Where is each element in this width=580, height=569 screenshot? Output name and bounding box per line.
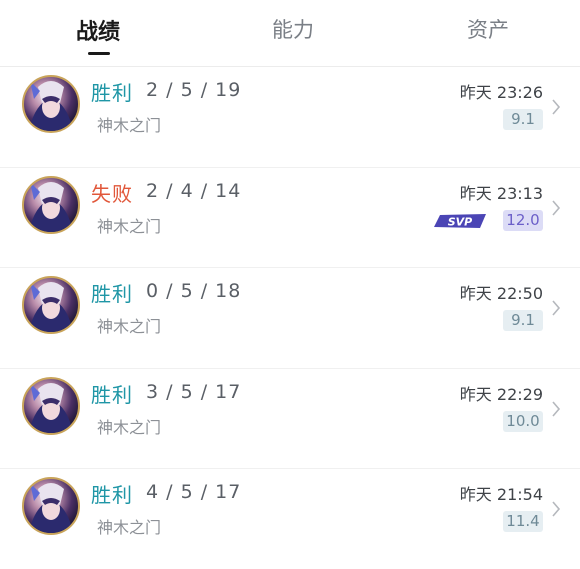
kda-value: 4 / 5 / 17 [146,481,242,503]
match-row[interactable]: 胜利 0 / 5 / 18 神木之门 昨天 22:50 9.1 [0,268,580,369]
svp-badge: SVP [434,213,486,228]
result-label: 胜利 [91,81,133,105]
tab-record[interactable]: 战绩 [76,14,120,46]
match-time: 昨天 22:29 [459,384,543,404]
rating-badge: 12.0 [503,209,543,231]
hero-avatar [22,276,80,334]
hero-avatar [22,75,80,133]
match-list: 胜利 2 / 5 / 19 神木之门 昨天 23:26 9.1 失败 2 / 4… [0,67,580,569]
match-time: 昨天 23:26 [459,83,543,102]
chevron-right-icon[interactable] [550,298,562,318]
rating-badge: 9.1 [503,109,543,130]
rating-badge: 10.0 [503,410,543,432]
map-name: 神木之门 [97,518,162,537]
tab-bar: 战绩 能力 资产 [0,0,580,67]
match-row[interactable]: 失败 2 / 4 / 14 神木之门 昨天 23:13 SVP 12.0 [0,168,580,268]
chevron-right-icon[interactable] [550,97,562,117]
rating-badge: 9.1 [503,310,543,331]
match-time: 昨天 21:54 [459,485,543,504]
chevron-right-icon[interactable] [550,198,562,218]
kda-value: 2 / 4 / 14 [146,179,242,202]
result-label: 胜利 [91,382,133,407]
map-name: 神木之门 [97,417,162,437]
active-tab-indicator [88,52,110,55]
match-time: 昨天 23:13 [459,183,543,203]
match-row[interactable]: 胜利 3 / 5 / 17 神木之门 昨天 22:29 10.0 [0,369,580,469]
rating-badge: 11.4 [503,511,543,532]
tab-ability[interactable]: 能力 [272,14,314,44]
result-label: 胜利 [91,483,133,507]
match-row[interactable]: 胜利 2 / 5 / 19 神木之门 昨天 23:26 9.1 [0,67,580,168]
hero-avatar [22,477,80,535]
result-label: 失败 [91,181,133,206]
map-name: 神木之门 [97,116,162,135]
map-name: 神木之门 [97,216,162,236]
kda-value: 2 / 5 / 19 [146,79,242,101]
hero-avatar [22,175,80,234]
match-time: 昨天 22:50 [459,284,543,303]
hero-avatar [22,376,80,435]
kda-value: 3 / 5 / 17 [146,380,242,403]
match-row[interactable]: 胜利 4 / 5 / 17 神木之门 昨天 21:54 11.4 [0,469,580,569]
map-name: 神木之门 [97,317,162,336]
chevron-right-icon[interactable] [550,499,562,519]
kda-value: 0 / 5 / 18 [146,280,242,302]
chevron-right-icon[interactable] [550,399,562,419]
svp-badge-text: SVP [448,215,473,228]
result-label: 胜利 [91,282,133,306]
tab-assets[interactable]: 资产 [467,14,509,44]
